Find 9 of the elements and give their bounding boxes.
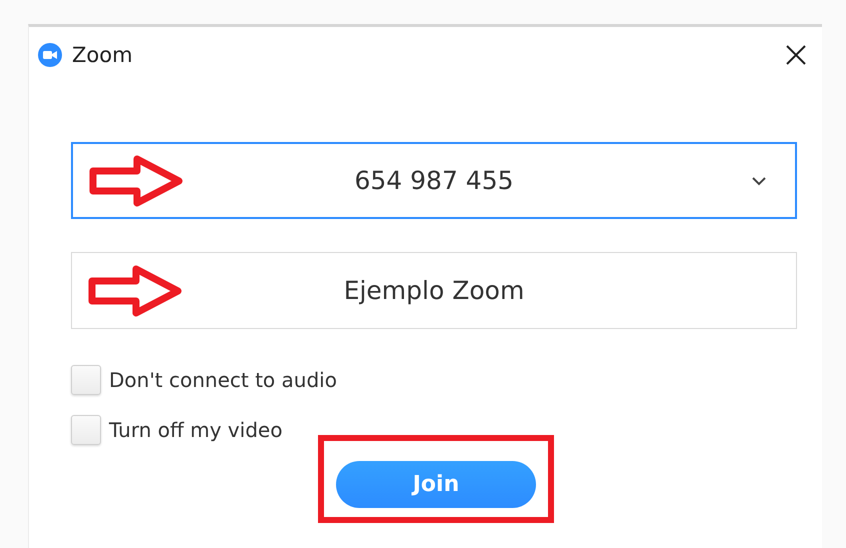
- meeting-id-dropdown[interactable]: 654 987 455: [71, 142, 797, 219]
- window-title: Zoom: [72, 42, 134, 66]
- checkbox[interactable]: [71, 415, 101, 445]
- checkbox-label: Don't connect to audio: [109, 368, 337, 392]
- name-field[interactable]: Ejemplo Zoom: [71, 252, 797, 329]
- checkbox[interactable]: [71, 365, 101, 395]
- camera-icon: [38, 42, 62, 66]
- chevron-icon[interactable]: [751, 176, 767, 186]
- checkbox-label: Turn off my video: [109, 418, 282, 442]
